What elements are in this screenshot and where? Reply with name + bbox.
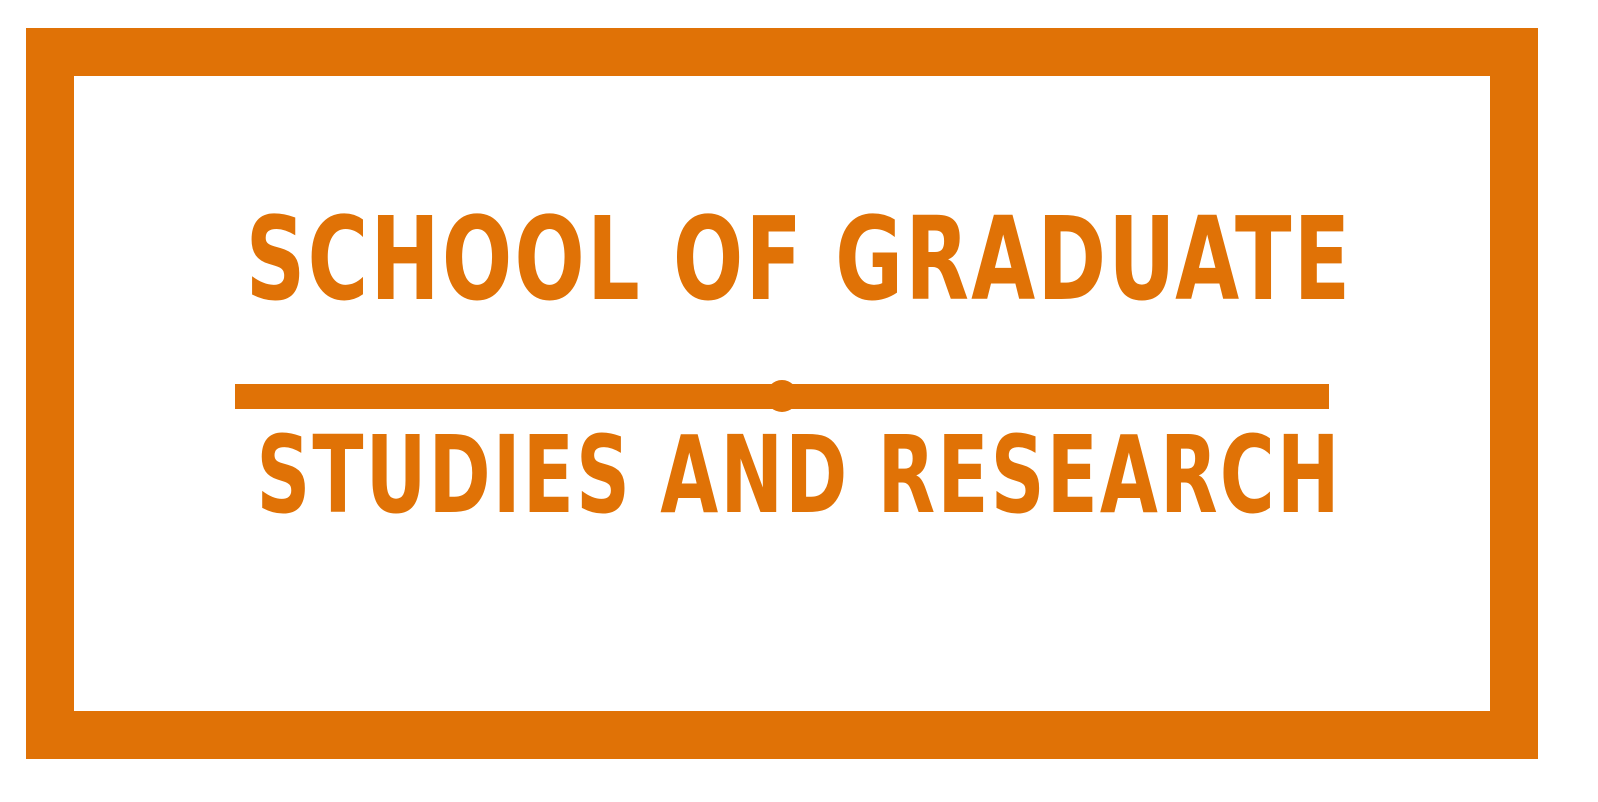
logo-line-school-of-graduate: SCHOOL OF GRADUATE bbox=[245, 193, 1353, 327]
logo-line-studies-and-research: STUDIES AND RESEARCH bbox=[256, 414, 1342, 538]
logo-divider-knob bbox=[766, 380, 798, 412]
